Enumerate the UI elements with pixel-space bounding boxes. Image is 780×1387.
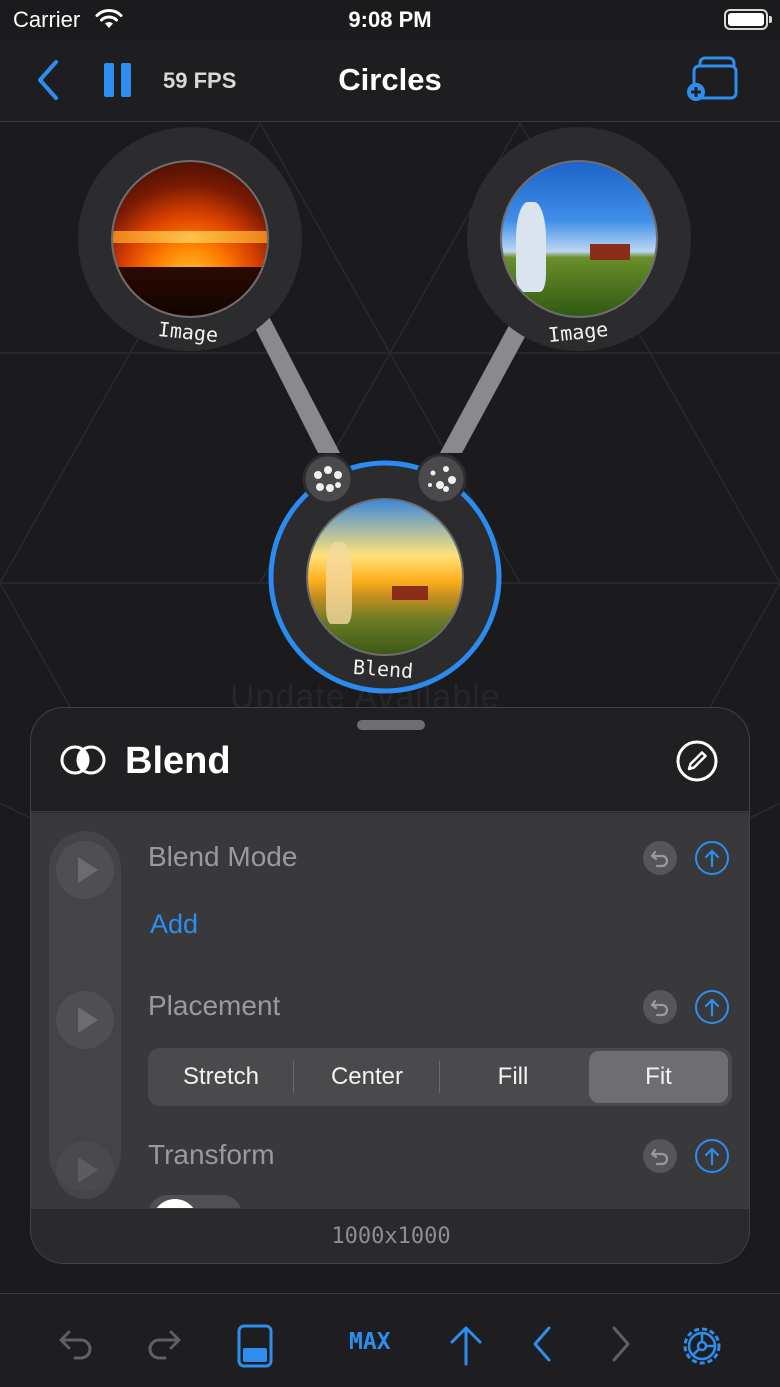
battery-icon [724,9,772,30]
toggle-knob [152,1199,198,1208]
add-layer-button[interactable] [684,54,740,104]
reset-transform-button[interactable] [643,1139,677,1173]
blend-circles-icon [60,745,106,775]
placement-option-fill[interactable]: Fill [440,1048,586,1106]
sheet-header: Blend [31,708,749,812]
sheet-footer: 1000x1000 [31,1208,749,1263]
gear-icon [683,1327,721,1365]
arrow-up-icon [450,1326,482,1366]
undo-arrow-icon [650,999,669,1017]
reset-blend-mode-button[interactable] [643,841,677,875]
placement-segmented-control: Stretch Center Fill Fit [148,1048,732,1106]
publish-transform-button[interactable] [695,1139,729,1173]
status-bar: Carrier 9:08 PM [0,0,780,40]
blend-node-label: Blend [352,654,414,684]
move-up-button[interactable] [436,1294,496,1387]
add-stack-icon [687,56,738,101]
edit-button[interactable] [676,740,718,782]
placement-label: Placement [148,990,281,1021]
blend-mode-label: Blend Mode [148,841,298,872]
blend-node[interactable] [306,498,464,656]
add-blend-mode-button[interactable]: Add [150,909,198,940]
navigation-bar: 59 FPS Circles [0,40,780,122]
clock: 9:08 PM [348,7,432,32]
publish-blend-mode-button[interactable] [695,841,729,875]
sheet-title: Blend [125,740,231,782]
transform-label: Transform [148,1139,275,1170]
publish-placement-button[interactable] [695,990,729,1024]
page-title: Circles [338,62,442,97]
max-quality-button[interactable]: MAX [349,1329,391,1355]
bottom-panel-icon [237,1324,273,1368]
bottom-toolbar: MAX [0,1293,780,1387]
play-icon[interactable] [56,1141,114,1199]
section-rail[interactable] [49,831,121,1199]
play-icon[interactable] [56,991,114,1049]
undo-button[interactable] [45,1294,105,1387]
next-button[interactable] [590,1294,650,1387]
reset-placement-button[interactable] [643,990,677,1024]
redo-button[interactable] [135,1294,195,1387]
placement-option-center[interactable]: Center [294,1048,440,1106]
previous-button[interactable] [513,1294,573,1387]
transform-toggle[interactable] [148,1195,242,1208]
sheet-grabber[interactable] [357,720,425,730]
sheet-content[interactable]: Blend Mode Add Placement Stretch Center … [31,813,749,1208]
undo-arrow-icon [650,1148,669,1166]
panel-toggle-button[interactable] [225,1294,285,1387]
arrow-up-circle-icon [704,849,720,868]
chevron-left-icon [533,1326,551,1362]
inspector-sheet: Blend Blend Mode Add Placement Stretch C… [30,707,750,1264]
arrow-up-circle-icon [704,1147,720,1166]
placement-option-stretch[interactable]: Stretch [148,1048,294,1106]
placement-option-fit[interactable]: Fit [589,1051,728,1103]
redo-icon [148,1330,181,1360]
arrow-up-circle-icon [704,998,720,1017]
chevron-right-icon [612,1326,630,1362]
play-icon[interactable] [56,841,114,899]
settings-button[interactable] [670,1294,730,1387]
undo-arrow-icon [650,850,669,868]
undo-icon [59,1330,92,1360]
resolution-label: 1000x1000 [331,1224,451,1249]
